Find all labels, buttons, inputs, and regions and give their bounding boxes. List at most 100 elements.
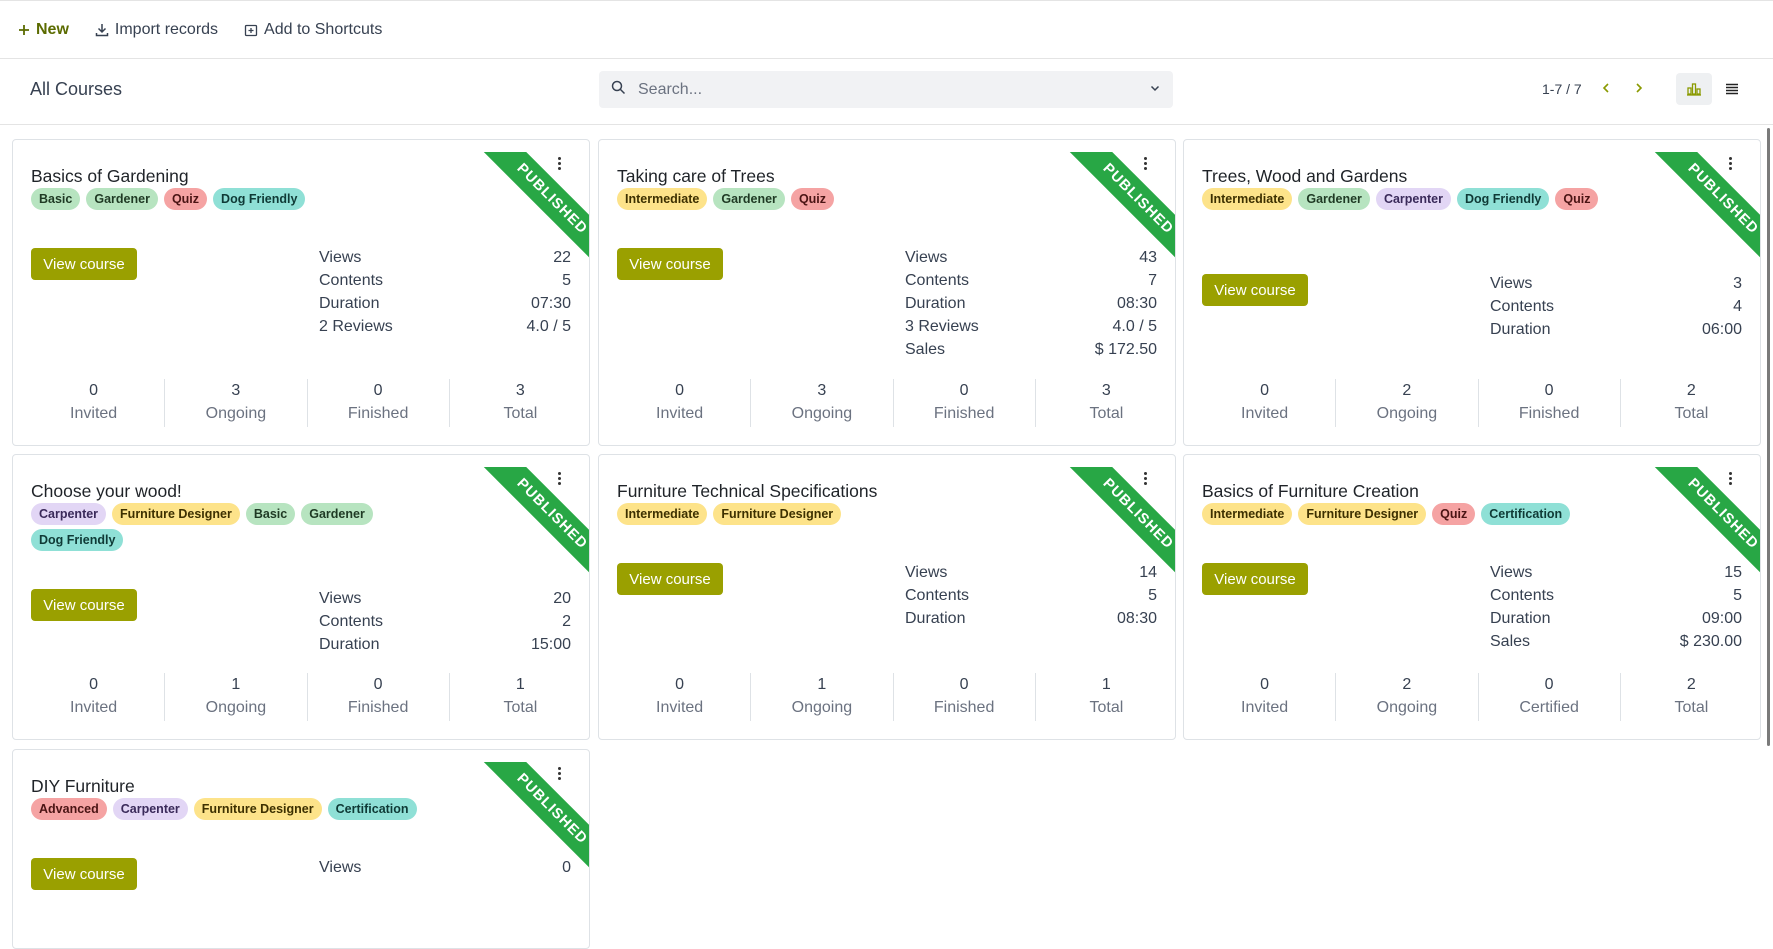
attendee-stat[interactable]: 0 Certified [1479,673,1621,721]
chevron-right-icon [1636,83,1643,93]
more-options-icon[interactable] [553,469,565,487]
attendee-stat[interactable]: 3 Ongoing [165,379,308,427]
stat-value: 43 [1139,249,1157,266]
attendee-stat[interactable]: 0 Finished [1479,379,1621,427]
attendee-stat[interactable]: 2 Total [1621,379,1760,427]
view-course-button[interactable]: View course [617,563,723,595]
attendee-stat-label: Total [1674,405,1709,422]
more-options-icon[interactable] [1724,469,1736,487]
stat-row: Views 20 [319,587,571,610]
attendee-stat[interactable]: 1 Total [450,673,589,721]
new-button[interactable]: New [18,21,69,39]
view-course-button[interactable]: View course [1202,274,1308,306]
attendee-stat[interactable]: 0 Finished [308,673,450,721]
attendee-stat[interactable]: 0 Finished [894,673,1036,721]
import-records-button[interactable]: Import records [95,21,218,39]
pager-value[interactable]: 1-7 / 7 [1542,81,1582,97]
attendee-stat[interactable]: 3 Total [1036,379,1175,427]
download-icon [95,23,109,37]
course-title[interactable]: Choose your wood! [31,481,182,502]
attendee-stat[interactable]: 0 Invited [609,673,752,721]
more-options-icon[interactable] [553,154,565,172]
course-title[interactable]: DIY Furniture [31,776,135,797]
view-course-button[interactable]: View course [1202,563,1308,595]
attendee-stat-label: Invited [656,405,704,422]
attendee-stat[interactable]: 1 Ongoing [165,673,308,721]
view-course-button[interactable]: View course [31,248,137,280]
stat-label: Duration [905,610,966,627]
course-tag: Carpenter [1375,188,1451,210]
attendee-stat-label: Ongoing [791,699,853,716]
attendee-stat[interactable]: 0 Invited [23,673,166,721]
course-tag: Gardener [301,503,373,525]
course-title[interactable]: Taking care of Trees [617,166,775,187]
attendee-stat[interactable]: 3 Ongoing [751,379,894,427]
stat-row: Contents 4 [1490,295,1742,318]
add-to-shortcuts-label: Add to Shortcuts [264,20,383,38]
stat-row: 3 Reviews 4.0 / 5 [905,315,1157,338]
course-tag: Certification [327,798,417,820]
more-options-icon[interactable] [1139,469,1151,487]
view-course-button[interactable]: View course [31,858,137,890]
stat-value: 09:00 [1701,610,1742,627]
course-stats: Views 14 Contents 5 Duration 08:30 [905,561,1157,630]
attendee-stat-value: 0 [675,382,685,399]
attendee-stat-value: 0 [675,676,685,693]
course-tag: Dog Friendly [31,529,124,551]
more-options-icon[interactable] [553,764,565,782]
view-course-button[interactable]: View course [617,248,723,280]
kanban-view-button[interactable] [1676,73,1712,105]
attendee-stat-value: 0 [1260,676,1270,693]
attendee-stat[interactable]: 0 Invited [1194,379,1337,427]
course-stats: Views 15 Contents 5 Duration 09:00 Sales $ 230.… [1490,561,1742,653]
course-tag: Furniture Designer [713,503,842,525]
next-page-button[interactable] [1629,77,1649,99]
attendee-stat-label: Total [1674,699,1709,716]
more-options-icon[interactable] [1139,154,1151,172]
stat-label: Views [319,859,362,876]
course-tag: Intermediate [617,503,708,525]
scrollbar[interactable] [1767,128,1770,746]
stat-label: 3 Reviews [905,318,979,335]
previous-page-button[interactable] [1596,77,1616,99]
course-title[interactable]: Basics of Furniture Creation [1202,481,1419,502]
attendee-stat[interactable]: 0 Invited [23,379,166,427]
stat-row: 2 Reviews 4.0 / 5 [319,315,571,338]
stat-value: 5 [1733,587,1742,604]
course-title[interactable]: Basics of Gardening [31,166,189,187]
add-to-shortcuts-button[interactable]: Add to Shortcuts [244,21,382,39]
attendee-stat[interactable]: 0 Finished [308,379,450,427]
published-ribbon-label: PUBLISHED [1645,152,1760,277]
more-options-icon[interactable] [1724,154,1736,172]
attendee-stat-value: 0 [373,676,383,693]
stat-value: 5 [562,272,571,289]
stat-label: Duration [319,295,380,312]
course-tag: Intermediate [617,188,708,210]
chevron-down-icon[interactable] [1149,81,1161,99]
course-title[interactable]: Furniture Technical Specifications [617,481,877,502]
attendee-stat[interactable]: 2 Ongoing [1336,379,1479,427]
attendee-stat[interactable]: 2 Ongoing [1336,673,1479,721]
attendee-stat[interactable]: 0 Invited [1194,673,1337,721]
attendee-stat[interactable]: 2 Total [1621,673,1760,721]
attendee-stat-label: Finished [933,699,995,716]
attendee-stat-value: 3 [817,382,827,399]
tag-list: Intermediate Gardener Carpenter Dog Friendl… [1202,188,1622,210]
list-view-button[interactable] [1714,73,1750,105]
stat-label: Contents [319,613,384,630]
attendee-stat[interactable]: 0 Invited [609,379,752,427]
attendee-stat[interactable]: 3 Total [450,379,589,427]
tag-list: Intermediate Furniture Designer [617,503,1037,525]
search-input[interactable] [638,80,1149,99]
attendee-stat[interactable]: 1 Ongoing [751,673,894,721]
stat-label: 2 Reviews [319,318,393,335]
attendee-stat[interactable]: 0 Finished [894,379,1036,427]
attendee-stat-label: Total [503,405,538,422]
view-course-button[interactable]: View course [31,589,137,621]
stat-row: Contents 5 [319,269,571,292]
course-title[interactable]: Trees, Wood and Gardens [1202,166,1407,187]
stat-row: Duration 07:30 [319,292,571,315]
search-box[interactable] [599,71,1173,108]
attendee-stat[interactable]: 1 Total [1036,673,1175,721]
stat-value: 08:30 [1116,295,1157,312]
